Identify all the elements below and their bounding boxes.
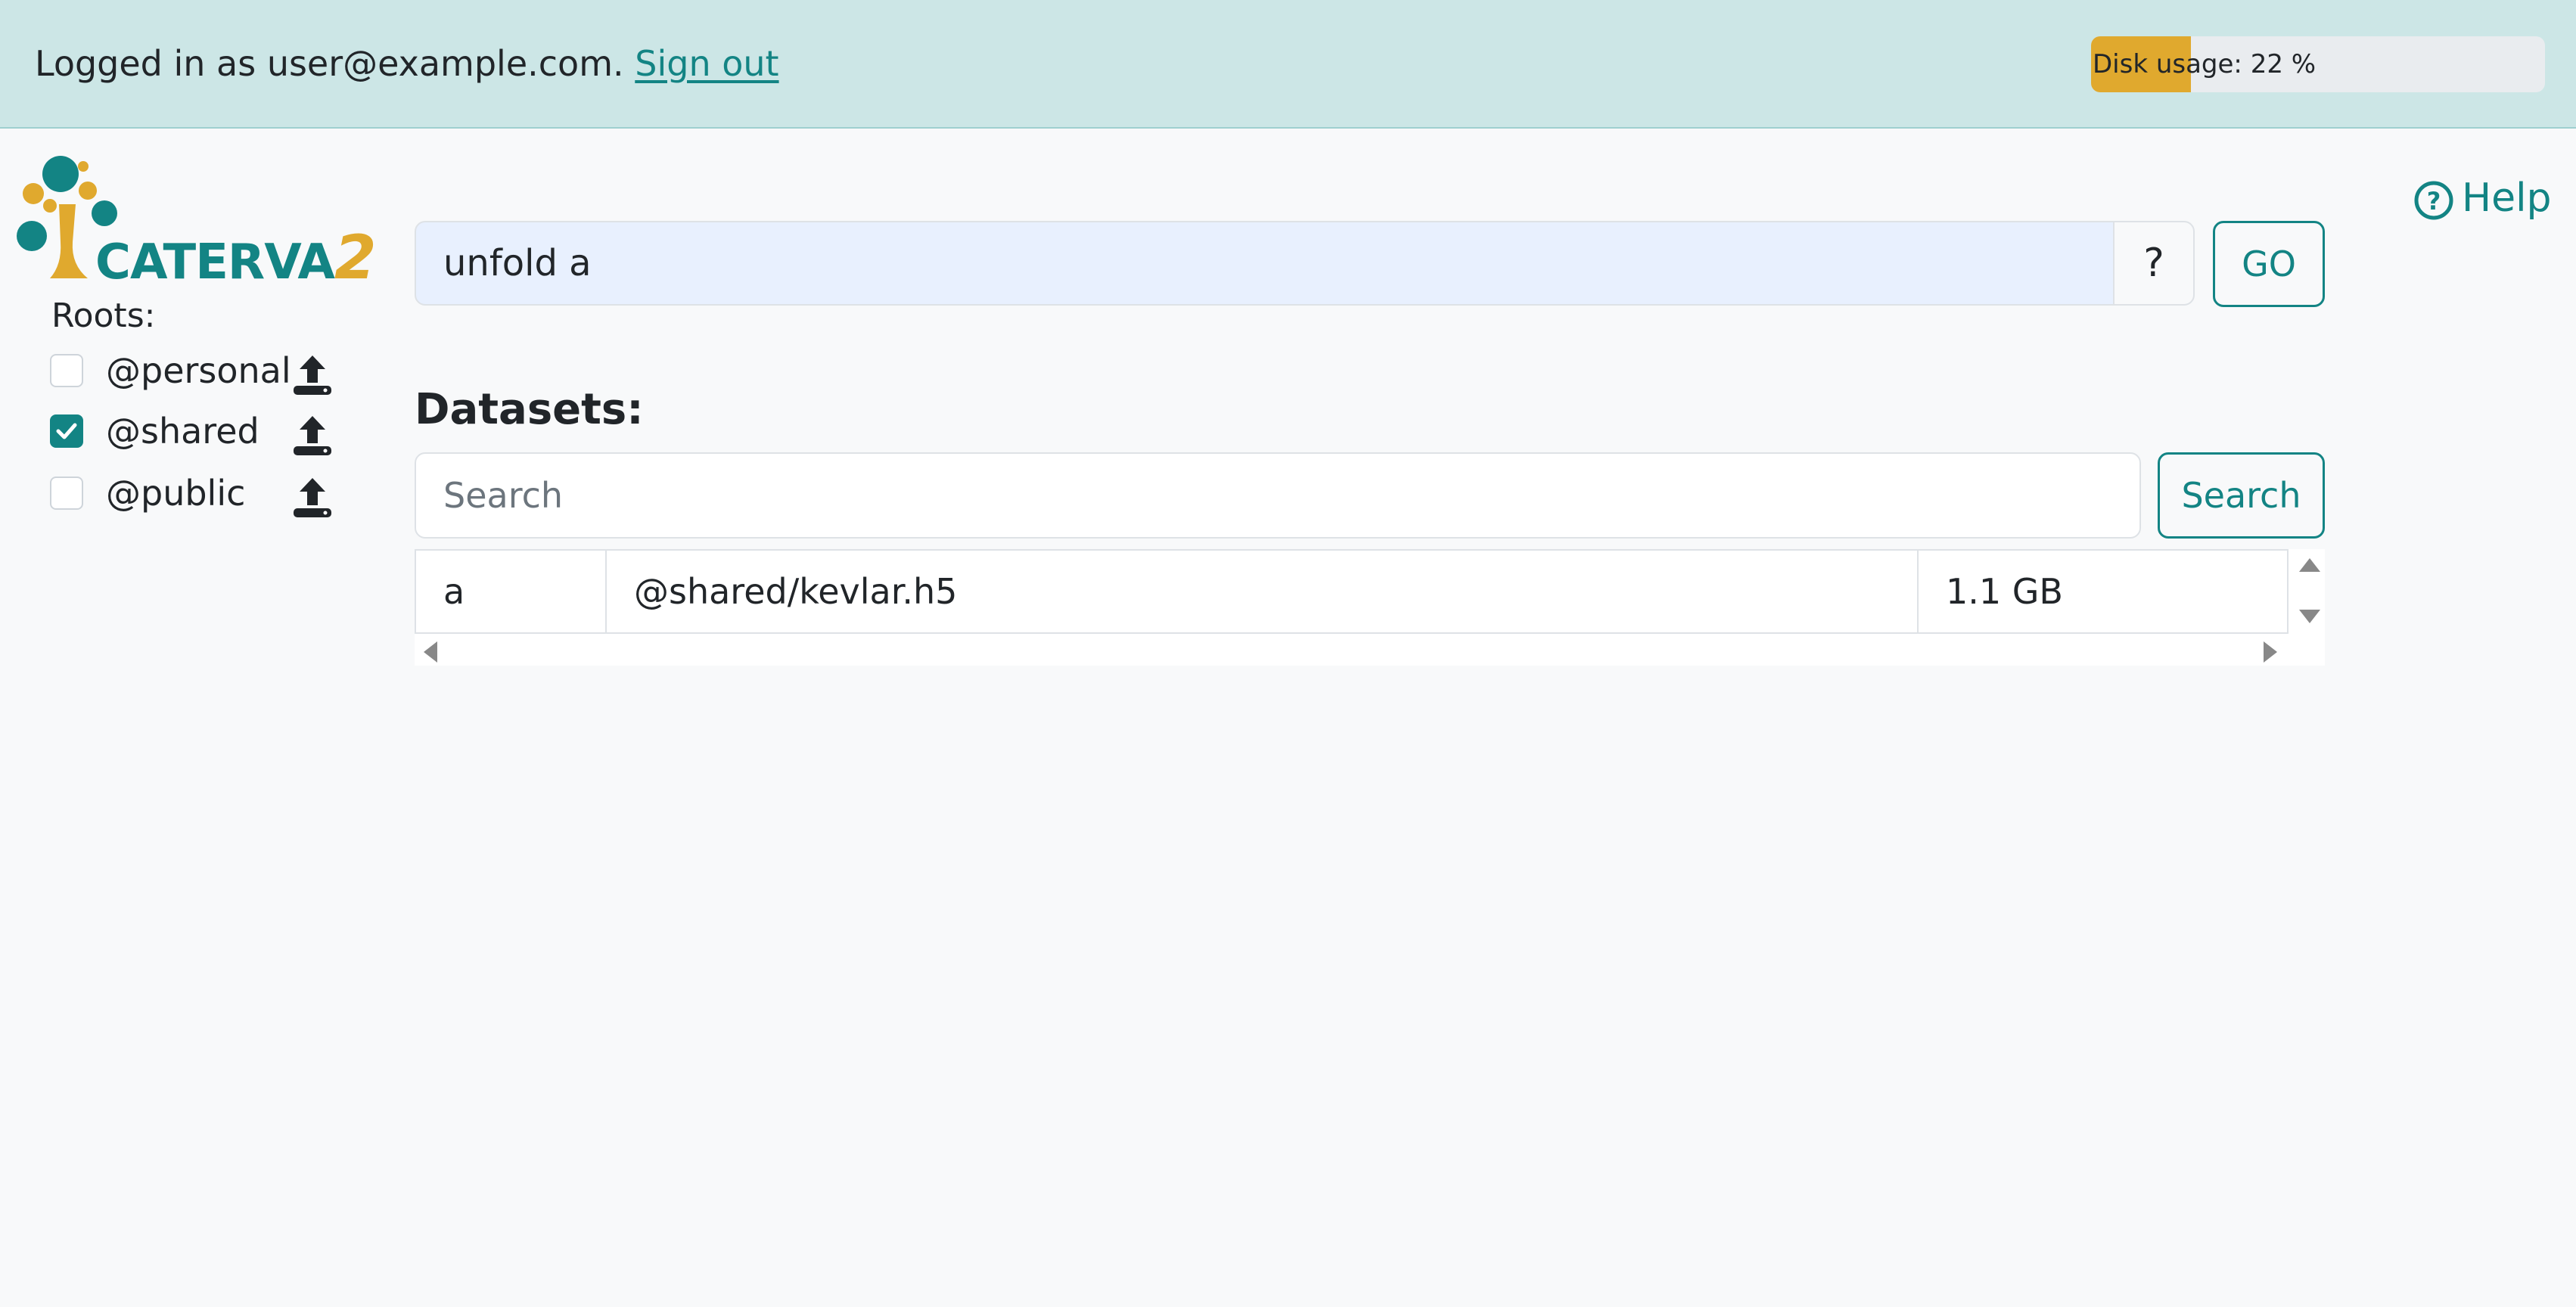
scroll-down-arrow-icon[interactable]	[2299, 610, 2320, 623]
datasets-title: Datasets:	[415, 385, 644, 434]
root-item-shared: @shared	[50, 405, 353, 458]
upload-icon[interactable]	[292, 413, 333, 457]
question-circle-icon: ?	[2414, 181, 2453, 220]
command-help-button[interactable]: ?	[2113, 221, 2195, 306]
logo-suffix: 2	[334, 222, 377, 293]
roots-label: Roots:	[51, 296, 156, 335]
root-checkbox-public[interactable]	[50, 477, 83, 510]
dataset-results-table: a @shared/kevlar.h5 1.1 GB	[415, 549, 2325, 666]
upload-icon[interactable]	[292, 475, 333, 519]
help-label: Help	[2462, 175, 2552, 221]
upload-icon[interactable]	[292, 352, 333, 396]
go-button[interactable]: GO	[2213, 221, 2325, 307]
root-checkbox-personal[interactable]	[50, 354, 83, 387]
scroll-right-arrow-icon[interactable]	[2264, 641, 2277, 663]
login-status-text: Logged in as user@example.com.	[35, 43, 624, 84]
top-bar: Logged in as user@example.com. Sign out …	[0, 0, 2576, 129]
dataset-size-cell: 1.1 GB	[1946, 571, 2063, 612]
table-row[interactable]: a @shared/kevlar.h5 1.1 GB	[415, 549, 2289, 634]
command-input[interactable]: unfold a	[415, 221, 2115, 306]
logo-wordmark: CATERVA2	[95, 222, 377, 293]
root-name-public: @public	[106, 473, 246, 514]
disk-usage-label: Disk usage: 22 %	[2093, 49, 2317, 79]
logo-word: CATERVA	[95, 234, 335, 290]
help-link[interactable]: ? Help	[2413, 174, 2552, 222]
scroll-left-arrow-icon[interactable]	[424, 641, 437, 663]
dataset-path-cell[interactable]: @shared/kevlar.h5	[607, 551, 1919, 632]
dataset-search-input[interactable]: Search	[415, 452, 2141, 539]
root-name-personal: @personal	[106, 350, 291, 391]
dataset-search-button[interactable]: Search	[2158, 452, 2325, 539]
check-icon	[56, 423, 77, 439]
root-item-public: @public	[50, 467, 353, 520]
svg-text:?: ?	[2427, 187, 2441, 216]
scroll-up-arrow-icon[interactable]	[2299, 558, 2320, 572]
root-checkbox-shared[interactable]	[50, 414, 83, 448]
sign-out-link[interactable]: Sign out	[635, 43, 778, 84]
caterva2-logo[interactable]: CATERVA2	[15, 151, 378, 293]
login-status: Logged in as user@example.com. Sign out	[35, 41, 779, 86]
root-item-personal: @personal	[50, 345, 353, 398]
disk-usage-bar: Disk usage: 22 %	[2091, 36, 2545, 92]
root-name-shared: @shared	[106, 411, 259, 452]
dataset-name-cell[interactable]: a	[416, 551, 607, 632]
